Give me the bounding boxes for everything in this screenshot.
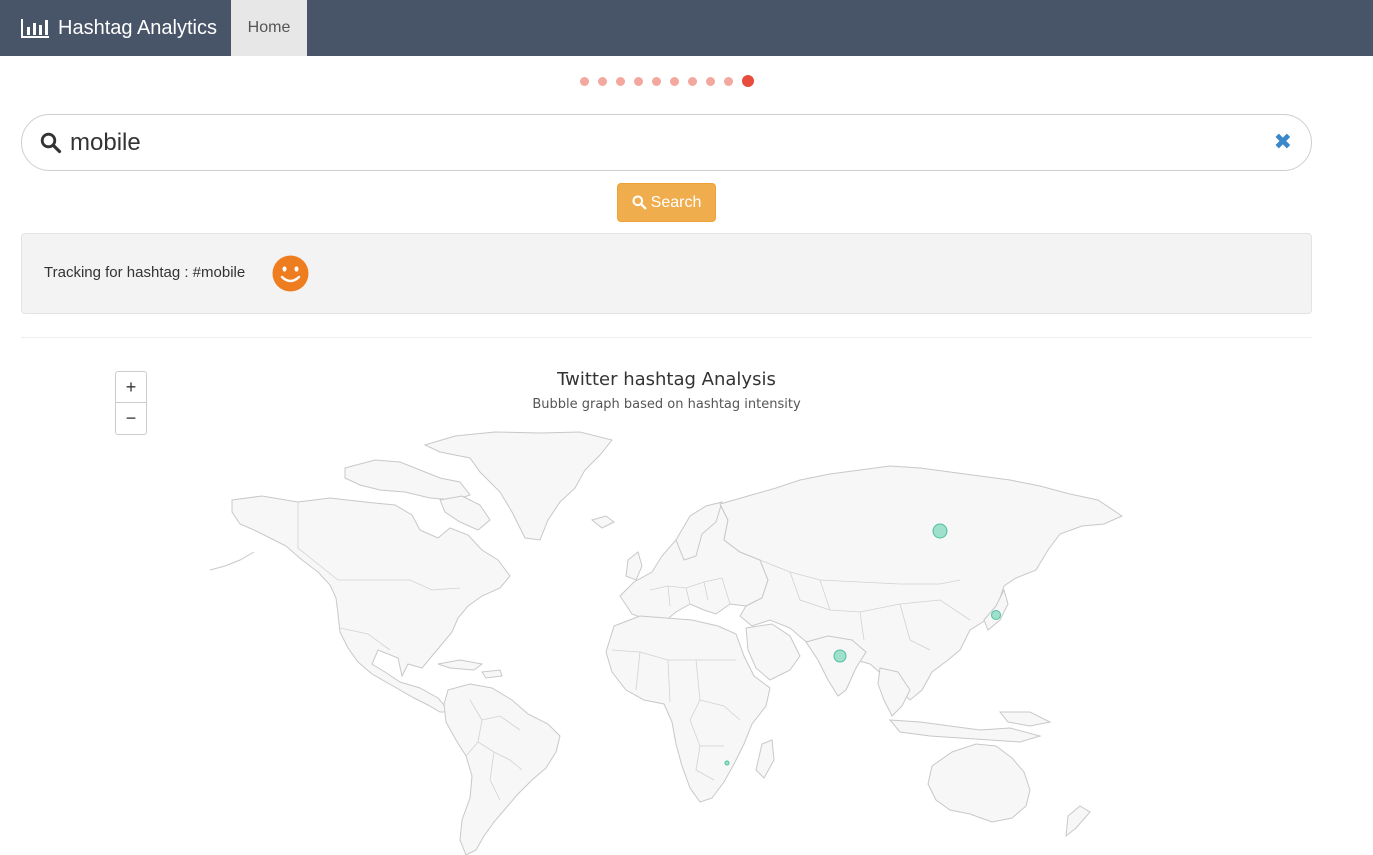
aleutians: [209, 551, 255, 571]
carousel-indicators: [580, 74, 754, 88]
carousel-dot[interactable]: [616, 76, 625, 86]
tracking-panel: Tracking for hashtag : #mobile: [21, 233, 1312, 314]
carousel-dot[interactable]: [688, 76, 697, 86]
brand-title: Hashtag Analytics: [58, 16, 217, 39]
bar-chart-icon: [21, 19, 49, 38]
carousel-dot[interactable]: [706, 76, 715, 86]
search-button[interactable]: Search: [617, 183, 716, 222]
smiley-face-icon: [272, 255, 309, 292]
bubble-india[interactable]: [833, 649, 847, 663]
iceland: [590, 515, 615, 529]
africa: [605, 615, 771, 803]
north-america: [231, 495, 511, 713]
hispaniola: [481, 669, 503, 679]
map-title: Twitter hashtag Analysis: [557, 369, 776, 390]
brand-link[interactable]: Hashtag Analytics: [20, 0, 217, 56]
world-map[interactable]: [200, 425, 1140, 855]
new-zealand: [1065, 805, 1091, 838]
bubble-russia[interactable]: [932, 523, 948, 539]
search-input[interactable]: [70, 125, 1250, 161]
search-icon: [40, 132, 62, 154]
baffin-island: [439, 495, 491, 531]
search-bar: ✖: [21, 114, 1312, 171]
carousel-dot[interactable]: [634, 76, 643, 86]
search-button-label: Search: [650, 193, 702, 211]
nav-home-tab[interactable]: Home: [231, 0, 307, 56]
new-guinea: [998, 711, 1052, 727]
carousel-dot[interactable]: [652, 76, 661, 86]
tracking-text: Tracking for hashtag : #mobile: [44, 264, 246, 281]
carousel-dot[interactable]: [580, 76, 589, 86]
navbar: Hashtag Analytics Home: [0, 0, 1373, 56]
search-icon: [632, 195, 647, 210]
south-america: [443, 683, 561, 855]
carousel-dot[interactable]: [670, 76, 679, 86]
uk: [625, 551, 643, 581]
bubble-japan[interactable]: [991, 610, 1001, 620]
arctic-islands: [344, 459, 471, 501]
map-subtitle: Bubble graph based on hashtag intensity: [532, 397, 801, 412]
carousel-dot-active[interactable]: [742, 75, 754, 87]
close-icon[interactable]: ✖: [1274, 131, 1292, 153]
bubble-mozambique[interactable]: [724, 760, 730, 766]
carousel-dot[interactable]: [724, 76, 733, 86]
australia: [927, 743, 1031, 823]
divider: [21, 337, 1312, 338]
carousel-dot[interactable]: [598, 76, 607, 86]
cuba: [437, 659, 484, 671]
india: [805, 635, 867, 697]
arabia: [745, 623, 801, 681]
madagascar: [755, 739, 775, 779]
